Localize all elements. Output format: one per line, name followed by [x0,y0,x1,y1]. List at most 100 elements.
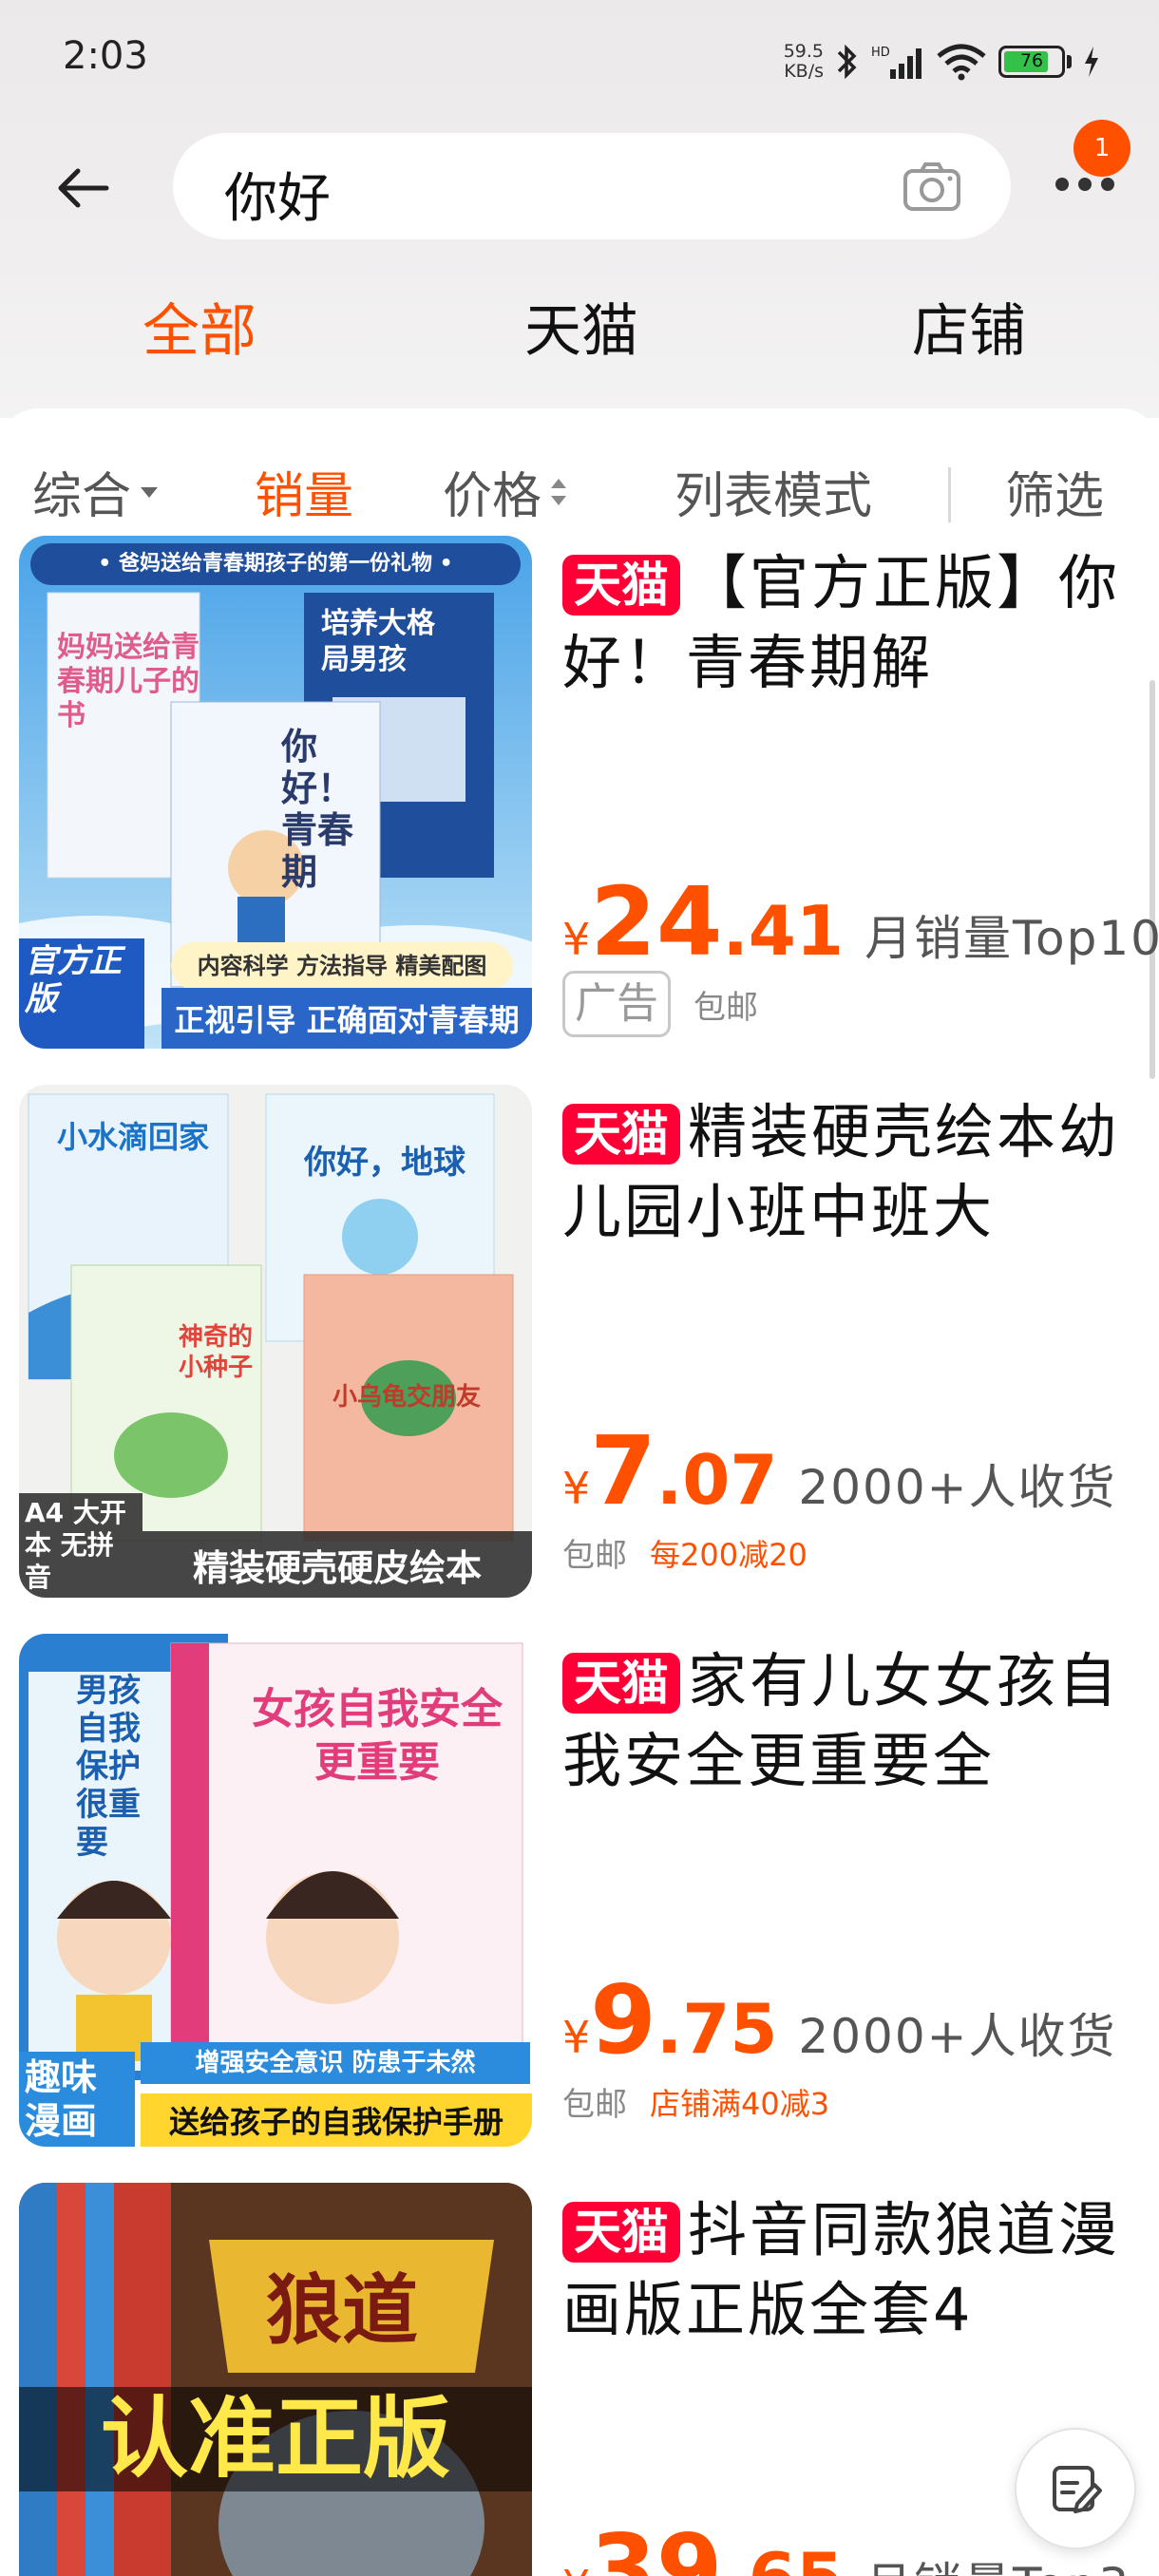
thumb-caption: 正视引导 正确面对青春期 [162,988,532,1049]
promo-tag: 店铺满40减3 [650,2085,830,2122]
sales-info: 月销量Top10 [864,911,1159,966]
network-speed-unit: KB/s [784,61,824,82]
product-info[interactable]: 天猫 【官方正版】你好！青春期解 ¥ 24 .41 月销量Top10 广告 包邮 [562,543,1159,1037]
product-thumbnail[interactable]: 小水滴回家 你好，地球 神奇的小种子 小乌龟交朋友 精装硬壳硬皮绘本 A4 大开… [19,1085,532,1598]
network-speed: 59.5 KB/s [784,42,824,82]
tab-shop[interactable]: 店铺 [864,285,1074,368]
product-title[interactable]: 天猫 精装硬壳绘本幼儿园小班中班大 [562,1092,1142,1252]
price-currency: ¥ [562,1463,591,1514]
price-currency: ¥ [562,914,591,965]
promo-tag: 每200减20 [650,1536,808,1573]
filter-price-label: 价格 [443,468,542,525]
tab-all[interactable]: 全部 [95,285,304,368]
sales-info: 2000+人收货 [798,2009,1117,2064]
product-image [19,2183,532,2576]
tmall-badge: 天猫 [562,555,680,616]
tmall-badge: 天猫 [562,2202,680,2263]
search-box[interactable]: 你好 [173,133,1011,239]
sort-arrows-icon [551,478,567,505]
price-integer: 24 [590,866,723,977]
product-title[interactable]: 天猫 家有儿女女孩自我安全更重要全 [562,1641,1142,1801]
thumb-book1-title: 男孩自我保护很重要 [76,1672,141,1862]
thumb-book4-title: 小乌龟交朋友 [332,1383,482,1411]
tab-tmall[interactable]: 天猫 [477,285,686,368]
thumb-book-title: 你好！青春期 [281,726,354,893]
product-info[interactable]: 天猫 精装硬壳绘本幼儿园小班中班大 ¥ 7 .07 2000+人收货 包邮 每20… [562,1092,1142,1575]
free-shipping-tag: 包邮 [562,1537,627,1575]
product-card[interactable]: 小水滴回家 你好，地球 神奇的小种子 小乌龟交朋友 精装硬壳硬皮绘本 A4 大开… [0,1085,1159,1617]
product-card[interactable]: 狼道 认准正版 天猫抖音同款狼道漫画版正版全套4 ¥ 39 .65 月销量Top… [0,2183,1159,2576]
price-decimal: .65 [722,2538,844,2576]
thumb-book1-title: 小水滴回家 [57,1119,210,1155]
thumb-caption: 认准正版 [19,2387,532,2491]
tag-row: 包邮 每200减20 [562,1529,808,1576]
filter-sales[interactable]: 销量 [255,456,353,527]
signal-icon: HD [871,43,924,81]
free-shipping-tag: 包邮 [562,2086,627,2124]
tmall-badge: 天猫 [562,1104,680,1165]
back-arrow-icon [58,168,109,208]
thumb-book2-title: 妈妈送给青春期儿子的书 [57,631,200,732]
edit-note-icon [1053,2466,1102,2513]
free-shipping-tag: 包邮 [694,988,758,1027]
thumb-book1-title: 狼道 [266,2266,418,2355]
price-row: ¥ 7 .07 2000+人收货 [562,1415,1117,1526]
filter-list-mode[interactable]: 列表模式 [674,456,872,527]
thumb-corner-label: A4 大开本 无拼音 [19,1493,142,1598]
thumb-header: • 爸妈送给青春期孩子的第一份礼物 • [30,543,521,585]
price-integer: 9 [590,1964,656,2075]
filter-price[interactable]: 价格 [443,456,568,527]
camera-icon[interactable] [902,161,961,217]
thumb-book2-title: 女孩自我安全更重要 [252,1685,503,1787]
product-title[interactable]: 天猫 抖音同款狼道漫画版正版全套4 [562,2190,1142,2350]
sales-info: 2000+人收货 [798,1460,1117,1515]
filter-divider [948,467,951,522]
battery-text: 76 [1019,50,1044,71]
price-decimal: .07 [656,1440,778,1520]
wifi-icon [936,43,987,81]
search-scope-tabs: 全部 天猫 店铺 [0,285,1159,380]
product-card[interactable]: • 爸妈送给青春期孩子的第一份礼物 • 妈妈送给青春期儿子的书 培养大格局男孩 … [0,536,1159,1068]
thumb-book3-title: 培养大格局男孩 [321,607,435,676]
thumb-book3-title: 神奇的小种子 [179,1323,254,1382]
product-thumbnail[interactable]: 男孩自我保护很重要 女孩自我安全更重要 增强安全意识 防患于未然 送给孩子的自我… [19,1634,532,2147]
caret-down-icon [141,486,159,498]
battery-icon: 76 [998,46,1065,78]
status-icons: 59.5 KB/s HD 76 [784,36,1100,87]
thumb-caption: 送给孩子的自我保护手册 [141,2093,532,2147]
thumb-corner-label: 官方正版 [19,938,144,1049]
product-thumbnail[interactable]: • 爸妈送给青春期孩子的第一份礼物 • 妈妈送给青春期儿子的书 培养大格局男孩 … [19,536,532,1049]
product-card[interactable]: 男孩自我保护很重要 女孩自我安全更重要 增强安全意识 防患于未然 送给孩子的自我… [0,1634,1159,2166]
tag-row: 广告 包邮 [562,971,758,1037]
product-title[interactable]: 天猫 【官方正版】你好！青春期解 [562,543,1142,703]
filter-button[interactable]: 筛选 [1005,456,1104,527]
charging-icon [1083,46,1100,78]
filter-comprehensive[interactable]: 综合 [32,456,160,527]
notification-badge: 1 [1074,120,1130,177]
price-decimal: .41 [722,891,844,971]
tmall-badge: 天猫 [562,1653,680,1714]
thumb-caption-top: 内容科学 方法指导 精美配图 [171,942,513,990]
back-button[interactable] [55,160,112,217]
price-decimal: .75 [656,1989,778,2069]
floating-edit-button[interactable] [1015,2428,1136,2549]
price-currency: ¥ [562,2561,590,2576]
sales-info: 月销量Top3 [864,2548,1130,2576]
price-row: ¥ 9 .75 2000+人收货 [562,1964,1117,2075]
filter-comprehensive-label: 综合 [32,468,132,525]
price-integer: 39 [590,2513,723,2576]
thumb-corner-label: 趣味漫画 [19,2052,135,2147]
product-thumbnail[interactable]: 狼道 认准正版 [19,2183,532,2576]
thumb-book2-title: 你好，地球 [304,1144,466,1182]
search-query[interactable]: 你好 [224,156,331,233]
bluetooth-icon [835,43,860,81]
product-info[interactable]: 天猫 家有儿女女孩自我安全更重要全 ¥ 9 .75 2000+人收货 包邮 店铺满… [562,1641,1142,2124]
product-info[interactable]: 天猫抖音同款狼道漫画版正版全套4 ¥ 39 .65 月销量Top3 [562,2190,1142,2576]
svg-text:HD: HD [871,46,890,60]
price-currency: ¥ [562,2012,591,2063]
filter-bar: 综合 销量 价格 列表模式 筛选 [0,437,1159,541]
thumb-caption: 精装硬壳硬皮绘本 [142,1531,532,1598]
price-integer: 7 [590,1415,656,1526]
battery-nub [1067,55,1072,68]
network-speed-value: 59.5 [783,41,824,62]
